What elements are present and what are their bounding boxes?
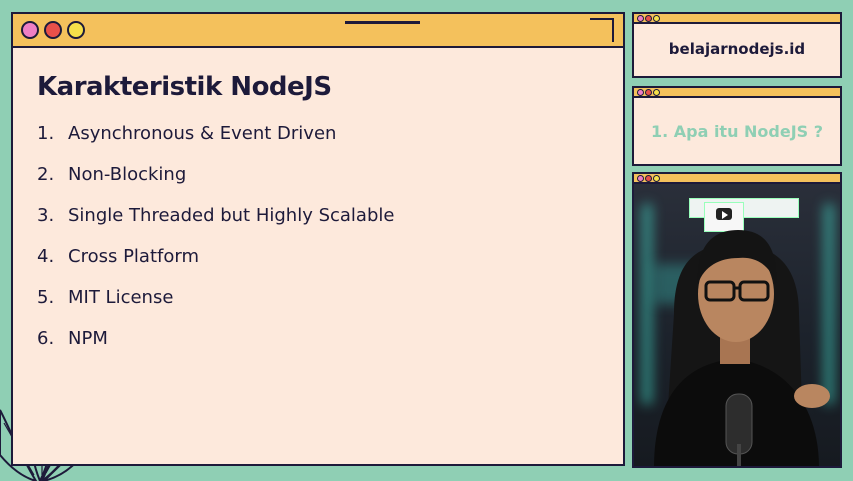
close-dot-icon — [21, 21, 39, 39]
list-item: 5. MIT License — [37, 284, 394, 325]
webcam-panel-titlebar — [634, 174, 840, 184]
chapter-panel: 1. Apa itu NodeJS ? — [632, 86, 842, 166]
list-text: Non-Blocking — [68, 164, 187, 185]
site-panel-titlebar — [634, 14, 840, 24]
list-text: MIT License — [68, 287, 174, 308]
list-text: NPM — [68, 328, 108, 349]
list-item: 1. Asynchronous & Event Driven — [37, 120, 394, 161]
site-panel: belajarnodejs.id — [632, 12, 842, 78]
maximize-dot-icon — [67, 21, 85, 39]
minimize-dot-icon — [645, 175, 652, 182]
list-item: 2. Non-Blocking — [37, 161, 394, 202]
list-number: 5. — [37, 287, 55, 308]
close-dot-icon — [637, 89, 644, 96]
list-item: 6. NPM — [37, 325, 394, 366]
list-text: Single Threaded but Highly Scalable — [68, 205, 395, 226]
corner-mark-icon — [590, 18, 614, 42]
list-number: 4. — [37, 246, 55, 267]
site-url: belajarnodejs.id — [668, 40, 806, 58]
list-number: 6. — [37, 328, 55, 349]
chapter-panel-titlebar — [634, 88, 840, 98]
webcam-panel — [632, 172, 842, 468]
titlebar-slot — [345, 21, 420, 24]
list-item: 3. Single Threaded but Highly Scalable — [37, 202, 394, 243]
list-number: 2. — [37, 164, 55, 185]
maximize-dot-icon — [653, 89, 660, 96]
minimize-dot-icon — [645, 15, 652, 22]
chapter-title: 1. Apa itu NodeJS ? — [650, 122, 824, 141]
maximize-dot-icon — [653, 15, 660, 22]
minimize-dot-icon — [645, 89, 652, 96]
maximize-dot-icon — [653, 175, 660, 182]
list-number: 1. — [37, 123, 55, 144]
close-dot-icon — [637, 15, 644, 22]
slide-title: Karakteristik NodeJS — [37, 72, 332, 102]
slide-window: Karakteristik NodeJS 1. Asynchronous & Ev… — [11, 12, 625, 466]
list-number: 3. — [37, 205, 55, 226]
characteristics-list: 1. Asynchronous & Event Driven 2. Non-Bloc… — [37, 120, 394, 366]
webcam-presenter-icon — [634, 184, 840, 466]
list-item: 4. Cross Platform — [37, 243, 394, 284]
close-dot-icon — [637, 175, 644, 182]
slide-titlebar — [13, 14, 623, 48]
list-text: Asynchronous & Event Driven — [68, 123, 337, 144]
list-text: Cross Platform — [68, 246, 199, 267]
minimize-dot-icon — [44, 21, 62, 39]
